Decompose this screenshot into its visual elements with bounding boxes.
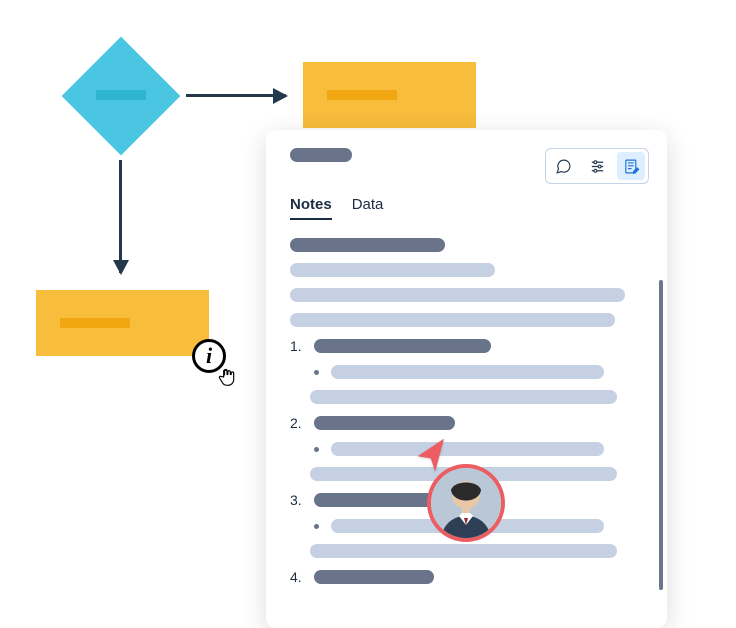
filter-icon (589, 158, 606, 175)
list-item-4: 4. (290, 569, 643, 585)
bullet-icon (314, 524, 319, 529)
paragraph-line (310, 544, 617, 558)
flowchart-process-top-label-placeholder (327, 90, 397, 100)
flowchart-decision-label-placeholder (96, 90, 146, 100)
list-heading-placeholder (314, 339, 491, 353)
list-number: 3. (290, 492, 306, 508)
tab-data[interactable]: Data (352, 196, 384, 220)
list-number: 4. (290, 569, 306, 585)
tab-bar: Notes Data (290, 196, 649, 220)
paragraph-line (310, 390, 617, 404)
bullet-line (331, 365, 604, 379)
panel-header (290, 148, 649, 184)
bullet-icon (314, 447, 319, 452)
paragraph-line (290, 263, 495, 277)
comment-button[interactable] (549, 152, 577, 180)
flowchart-arrow-right (186, 94, 286, 97)
list-heading-placeholder (314, 570, 434, 584)
list-heading-placeholder (314, 416, 455, 430)
filter-button[interactable] (583, 152, 611, 180)
tab-notes[interactable]: Notes (290, 196, 332, 220)
vertical-scrollbar[interactable] (659, 280, 663, 590)
panel-title-placeholder (290, 148, 352, 162)
bullet-item (310, 365, 643, 379)
edit-note-button[interactable] (617, 152, 645, 180)
paragraph-line (290, 313, 615, 327)
bullet-item (310, 442, 643, 456)
heading-placeholder (290, 238, 445, 252)
edit-note-icon (623, 158, 640, 175)
list-number: 2. (290, 415, 306, 431)
list-heading-placeholder (314, 493, 441, 507)
list-item-1: 1. (290, 338, 643, 354)
collaborator-avatar[interactable] (427, 464, 505, 542)
comment-icon (555, 158, 572, 175)
flowchart-process-bottom-label-placeholder (60, 318, 130, 328)
hand-cursor-icon (217, 366, 237, 388)
bullet-line (331, 442, 604, 456)
notes-panel: Notes Data 1. 2. 3. (266, 130, 667, 628)
bullet-icon (314, 370, 319, 375)
panel-toolbar (545, 148, 649, 184)
paragraph-line (290, 288, 625, 302)
list-item-2: 2. (290, 415, 643, 431)
avatar-person-icon (431, 468, 501, 538)
list-number: 1. (290, 338, 306, 354)
flowchart-arrow-down (119, 160, 122, 273)
